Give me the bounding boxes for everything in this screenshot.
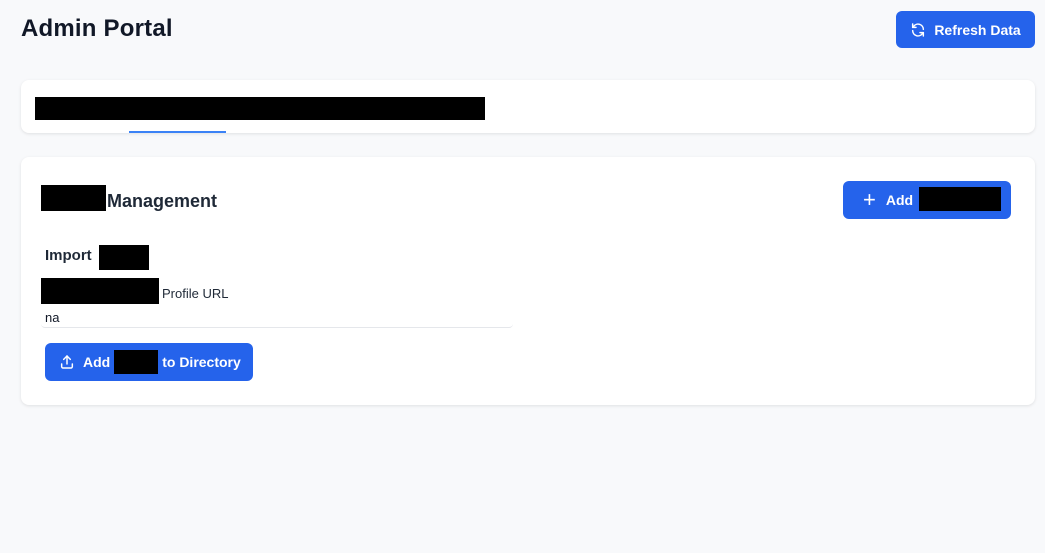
redacted-directory-item [114, 350, 159, 374]
redacted-tabs [35, 97, 485, 120]
upload-icon [60, 355, 74, 369]
redacted-heading-prefix [41, 185, 106, 211]
redacted-import-label [99, 245, 149, 270]
add-to-directory-button[interactable]: Add to Directory [45, 343, 253, 381]
profile-url-label: Profile URL [162, 286, 229, 301]
redacted-url-label-prefix [41, 278, 159, 304]
add-to-directory-prefix: Add [83, 354, 111, 370]
admin-portal-page: Admin Portal Refresh Data Management + A… [0, 0, 1045, 553]
profile-url-input[interactable] [41, 308, 513, 328]
plus-icon: + [863, 187, 876, 212]
add-item-label: Add [885, 192, 914, 208]
management-panel: Management + Add Import Profile URL Add … [21, 157, 1035, 405]
add-to-directory-suffix: to Directory [162, 354, 241, 370]
redacted-add-label [919, 187, 1001, 211]
management-heading: Management [107, 191, 218, 211]
refresh-data-button[interactable]: Refresh Data [896, 11, 1035, 48]
add-item-button[interactable]: + Add [843, 181, 1011, 219]
refresh-icon [912, 22, 925, 37]
refresh-data-label: Refresh Data [934, 21, 1021, 38]
tab-bar [21, 80, 1035, 133]
import-section-label: Import [45, 247, 92, 264]
page-title: Admin Portal [21, 15, 173, 42]
active-tab-indicator [129, 131, 226, 133]
